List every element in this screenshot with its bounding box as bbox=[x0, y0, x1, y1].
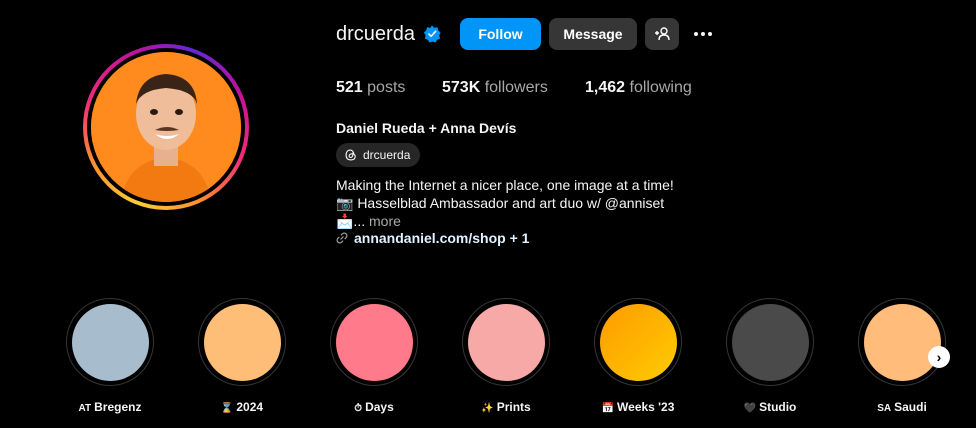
highlights-next-arrow-icon[interactable]: › bbox=[928, 346, 950, 368]
highlight-title: Prints bbox=[496, 400, 531, 414]
highlight-emoji: ⏱ bbox=[354, 403, 363, 414]
highlight-cover bbox=[71, 303, 149, 381]
highlight-item[interactable]: AT Bregenz bbox=[65, 298, 155, 414]
followers-stat[interactable]: 573K followers bbox=[442, 79, 548, 97]
link-icon bbox=[336, 232, 348, 244]
profile-link-row[interactable]: annandaniel.com/shop + 1 bbox=[336, 230, 529, 246]
highlight-label: ✨ Prints bbox=[441, 400, 571, 414]
followers-count: 573K bbox=[442, 79, 481, 96]
posts-stat[interactable]: 521 posts bbox=[336, 79, 405, 97]
bio: Making the Internet a nicer place, one i… bbox=[336, 176, 674, 230]
followers-label: followers bbox=[484, 79, 548, 96]
highlight-title: Saudi bbox=[894, 400, 927, 414]
highlight-label: SA Saudi bbox=[837, 400, 967, 414]
more-options-icon[interactable] bbox=[690, 24, 716, 44]
highlight-emoji: 📅 bbox=[601, 403, 615, 414]
bio-line-3-prefix: 📩... bbox=[336, 213, 366, 229]
highlight-ring[interactable] bbox=[858, 298, 946, 386]
suggested-users-button[interactable] bbox=[645, 18, 679, 50]
posts-label: posts bbox=[367, 79, 406, 96]
highlight-emoji: 🖤 bbox=[743, 403, 757, 414]
threads-handle: drcuerda bbox=[363, 148, 411, 162]
add-user-icon bbox=[655, 27, 670, 41]
highlight-title: Studio bbox=[759, 400, 797, 414]
username: drcuerda bbox=[336, 22, 415, 45]
profile-link[interactable]: annandaniel.com/shop + 1 bbox=[354, 230, 529, 246]
highlight-item[interactable]: SA Saudi bbox=[857, 298, 947, 414]
username-row: drcuerda bbox=[336, 18, 441, 50]
highlight-ring[interactable] bbox=[198, 298, 286, 386]
highlight-item[interactable]: 📅 Weeks '23 bbox=[593, 298, 683, 414]
bio-line-2: 📷 Hasselblad Ambassador and art duo w/ @… bbox=[336, 195, 665, 211]
highlight-cover bbox=[863, 303, 941, 381]
verified-badge-icon bbox=[423, 25, 441, 43]
highlight-title: 2024 bbox=[236, 400, 264, 414]
following-stat[interactable]: 1,462 following bbox=[585, 79, 692, 97]
highlight-emoji: ⌛ bbox=[220, 403, 234, 414]
highlight-cover bbox=[467, 303, 545, 381]
bio-line-1: Making the Internet a nicer place, one i… bbox=[336, 177, 674, 193]
highlight-item[interactable]: ✨ Prints bbox=[461, 298, 551, 414]
threads-icon bbox=[345, 149, 356, 161]
posts-count: 521 bbox=[336, 79, 363, 96]
highlight-item[interactable]: ⏱ Days bbox=[329, 298, 419, 414]
threads-badge[interactable]: drcuerda bbox=[336, 143, 421, 167]
highlight-item[interactable]: 🖤 Studio bbox=[725, 298, 815, 414]
highlight-item[interactable]: ⌛ 2024 bbox=[197, 298, 287, 414]
highlight-emoji: ✨ bbox=[481, 403, 494, 414]
highlight-cover bbox=[599, 303, 677, 381]
highlight-ring[interactable] bbox=[330, 298, 418, 386]
highlight-cover bbox=[335, 303, 413, 381]
full-name: Daniel Rueda + Anna Devís bbox=[336, 120, 517, 136]
highlight-ring[interactable] bbox=[462, 298, 550, 386]
highlight-cover bbox=[731, 303, 809, 381]
highlight-label: ⏱ Days bbox=[309, 400, 439, 414]
highlight-title: Weeks '23 bbox=[617, 400, 675, 414]
avatar[interactable] bbox=[91, 52, 241, 202]
following-label: following bbox=[629, 79, 692, 96]
highlight-label: 🖤 Studio bbox=[705, 400, 835, 414]
bio-line-3: 📩... more bbox=[336, 212, 674, 230]
following-count: 1,462 bbox=[585, 79, 626, 96]
highlight-ring[interactable] bbox=[594, 298, 682, 386]
avatar-portrait bbox=[91, 52, 241, 202]
highlight-label: 📅 Weeks '23 bbox=[573, 400, 703, 414]
bio-more-link[interactable]: more bbox=[369, 213, 401, 229]
highlight-label: AT Bregenz bbox=[45, 400, 175, 414]
follow-button[interactable]: Follow bbox=[460, 18, 541, 50]
avatar-gap bbox=[87, 48, 245, 206]
highlight-ring[interactable] bbox=[726, 298, 814, 386]
highlight-emoji: SA bbox=[877, 403, 892, 414]
highlight-label: ⌛ 2024 bbox=[177, 400, 307, 414]
highlight-ring[interactable] bbox=[66, 298, 154, 386]
highlight-title: Bregenz bbox=[94, 400, 142, 414]
highlight-emoji: AT bbox=[78, 403, 92, 414]
profile-avatar-ring[interactable] bbox=[83, 44, 249, 210]
highlight-title: Days bbox=[365, 400, 394, 414]
highlight-cover bbox=[203, 303, 281, 381]
message-button[interactable]: Message bbox=[549, 18, 637, 50]
